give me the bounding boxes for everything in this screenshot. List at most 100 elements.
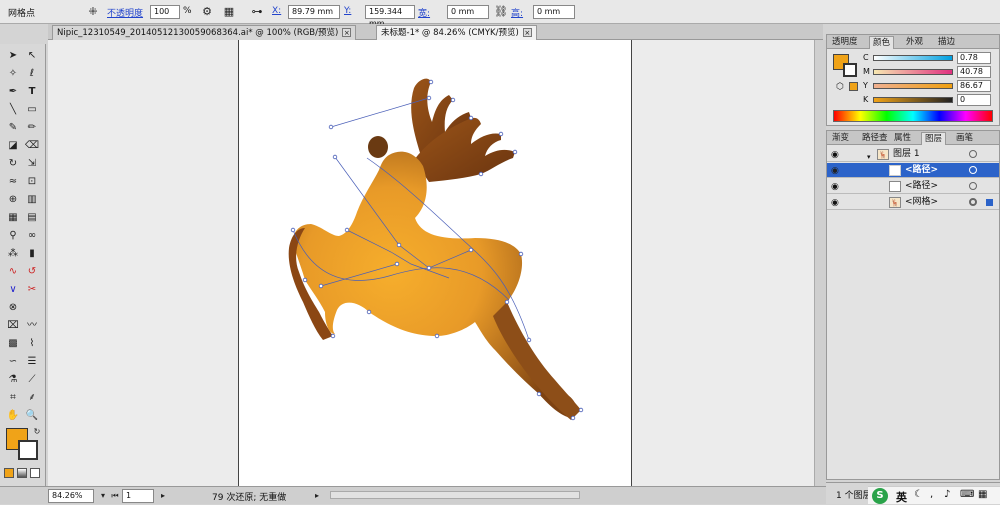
layer-row[interactable]: ◉ ▾ 🦌 图层 1 [827,147,999,162]
visibility-eye-icon[interactable]: ◉ [831,180,839,195]
eraser-icon[interactable]: ⌫ [23,138,41,154]
channel-c-input[interactable]: 0.78 [957,52,991,64]
channel-y-input[interactable]: 86.67 [957,80,991,92]
rotate-tool-icon[interactable]: ↻ [4,156,22,172]
layer-name[interactable]: 图层 1 [893,147,920,162]
column-graph-icon[interactable]: ▮ [23,246,41,262]
wave-tool-icon[interactable]: 〰 [23,318,41,334]
tab-document-2[interactable]: 未标题-1* @ 84.26% (CMYK/预览) × [376,25,537,40]
channel-m-input[interactable]: 40.78 [957,66,991,78]
keyboard-icon[interactable]: ⌨ [960,489,974,500]
zoom-tool-icon[interactable]: 🔍 [23,408,41,424]
target-tool-icon[interactable]: ⊗ [4,300,22,316]
tab-attributes[interactable]: 属性 [891,132,914,145]
close-icon[interactable]: × [342,28,352,37]
x-input[interactable]: 89.79 mm [288,5,340,19]
magic-wand-icon[interactable]: ✧ [4,66,22,82]
tab-appearance[interactable]: 外观 [903,36,926,49]
height-input[interactable]: 0 mm [533,5,575,19]
warp-tool-icon[interactable]: ≈ [4,174,22,190]
line-tool-icon[interactable]: ╲ [4,102,22,118]
swap-colors-icon[interactable]: ↻ [28,424,46,440]
color-mode-icon[interactable] [4,468,14,478]
height-label[interactable]: 高: [511,6,523,19]
tab-transparency[interactable]: 透明度 [829,36,861,49]
perspective-grid-icon[interactable]: ▥ [23,192,41,208]
sogou-icon[interactable]: S [872,488,888,504]
tab-brushes[interactable]: 画笔 [953,132,976,145]
scissors-icon[interactable]: ✂ [23,282,41,298]
layer-row[interactable]: ◉ <路径> [827,179,999,194]
mesh-tool-icon[interactable]: ▦ [4,210,22,226]
out-of-gamut-swatch[interactable] [849,82,858,91]
color-spectrum[interactable] [833,110,993,122]
recolor-icon[interactable]: ⚙ [200,5,214,19]
opacity-label[interactable]: 不透明度 [107,6,143,19]
layer-name[interactable]: <路径> [905,179,938,194]
target-icon[interactable] [969,150,977,158]
type-tool-icon[interactable]: T [23,84,41,100]
channel-k-slider[interactable] [873,97,953,103]
channel-m-slider[interactable] [873,69,953,75]
visibility-eye-icon[interactable]: ◉ [831,196,839,211]
x-label[interactable]: X: [272,6,281,16]
graph-tool-icon[interactable]: ∽ [4,354,22,370]
blob-brush-icon[interactable]: ◪ [4,138,22,154]
blend-tool-icon[interactable]: ∞ [23,228,41,244]
mesh-point-icon[interactable]: ⁜ [86,5,100,19]
list-tool-icon[interactable]: ☰ [23,354,41,370]
measure-tool-icon[interactable]: ⚗ [4,372,22,388]
channel-c-slider[interactable] [873,55,953,61]
selection-tool-icon[interactable]: ➤ [4,48,22,64]
width-label[interactable]: 宽: [418,6,430,19]
symbol-sprayer-icon[interactable]: ⁂ [4,246,22,262]
visibility-eye-icon[interactable]: ◉ [831,148,839,163]
vertical-scrollbar[interactable] [814,40,826,486]
width-input[interactable]: 0 mm [447,5,489,19]
reindeer-artwork[interactable] [239,40,633,486]
free-transform-icon[interactable]: ⊡ [23,174,41,190]
pen-tool-icon[interactable]: ✒ [4,84,22,100]
close-icon[interactable]: × [522,28,532,37]
paintbrush-icon[interactable]: ✎ [4,120,22,136]
canvas[interactable] [48,40,814,486]
y-label[interactable]: Y: [344,6,351,16]
artboard[interactable] [238,40,632,486]
moon-icon[interactable]: ☾ [914,489,923,500]
tab-gradient[interactable]: 渐变 [829,132,852,145]
selection-indicator[interactable] [986,199,993,206]
status-menu-icon[interactable]: ▸ [310,489,324,503]
ime-language[interactable]: 英 [896,489,907,505]
lasso-icon[interactable]: ℓ [23,66,41,82]
page-select[interactable]: 1 [122,489,154,503]
stroke-swatch[interactable] [18,440,38,460]
shape-builder-icon[interactable]: ⊕ [4,192,22,208]
tab-color[interactable]: 颜色 [869,36,895,49]
scale-tool-icon[interactable]: ⇲ [23,156,41,172]
reshape-tool-icon[interactable]: ↺ [23,264,41,280]
knife-tool-icon[interactable]: ⸙ [23,390,41,406]
tab-layers[interactable]: 图层 [921,132,947,145]
tab-document-1[interactable]: Nipic_12310549_20140512130059068364.ai* … [52,25,357,40]
zoom-select[interactable]: 84.26% [48,489,94,503]
align-grid-icon[interactable]: ▦ [222,5,236,19]
next-page-icon[interactable]: ▸ [156,489,170,503]
y-input[interactable]: 159.344 mm [365,5,415,28]
rectangle-tool-icon[interactable]: ▭ [23,102,41,118]
twirl-tool-icon[interactable]: ⌇ [23,336,41,352]
pencil-icon[interactable]: ✏ [23,120,41,136]
first-page-icon[interactable]: ⏮ [108,489,122,503]
visibility-eye-icon[interactable]: ◉ [831,164,839,179]
channel-y-slider[interactable] [873,83,953,89]
chart-tool-icon[interactable]: ▩ [4,336,22,352]
gradient-tool-icon[interactable]: ▤ [23,210,41,226]
eyedropper-icon[interactable]: ⚲ [4,228,22,244]
layer-row-selected[interactable]: ◉ <路径> [827,163,999,178]
gradient-mode-icon[interactable] [17,468,27,478]
link-icon[interactable]: ⛓ [494,5,508,19]
crop-tool-icon[interactable]: ⌗ [4,390,22,406]
horizontal-scrollbar[interactable] [330,491,580,499]
grid-icon[interactable]: ▦ [978,489,987,500]
target-icon[interactable] [969,182,977,190]
tab-stroke[interactable]: 描边 [935,36,958,49]
